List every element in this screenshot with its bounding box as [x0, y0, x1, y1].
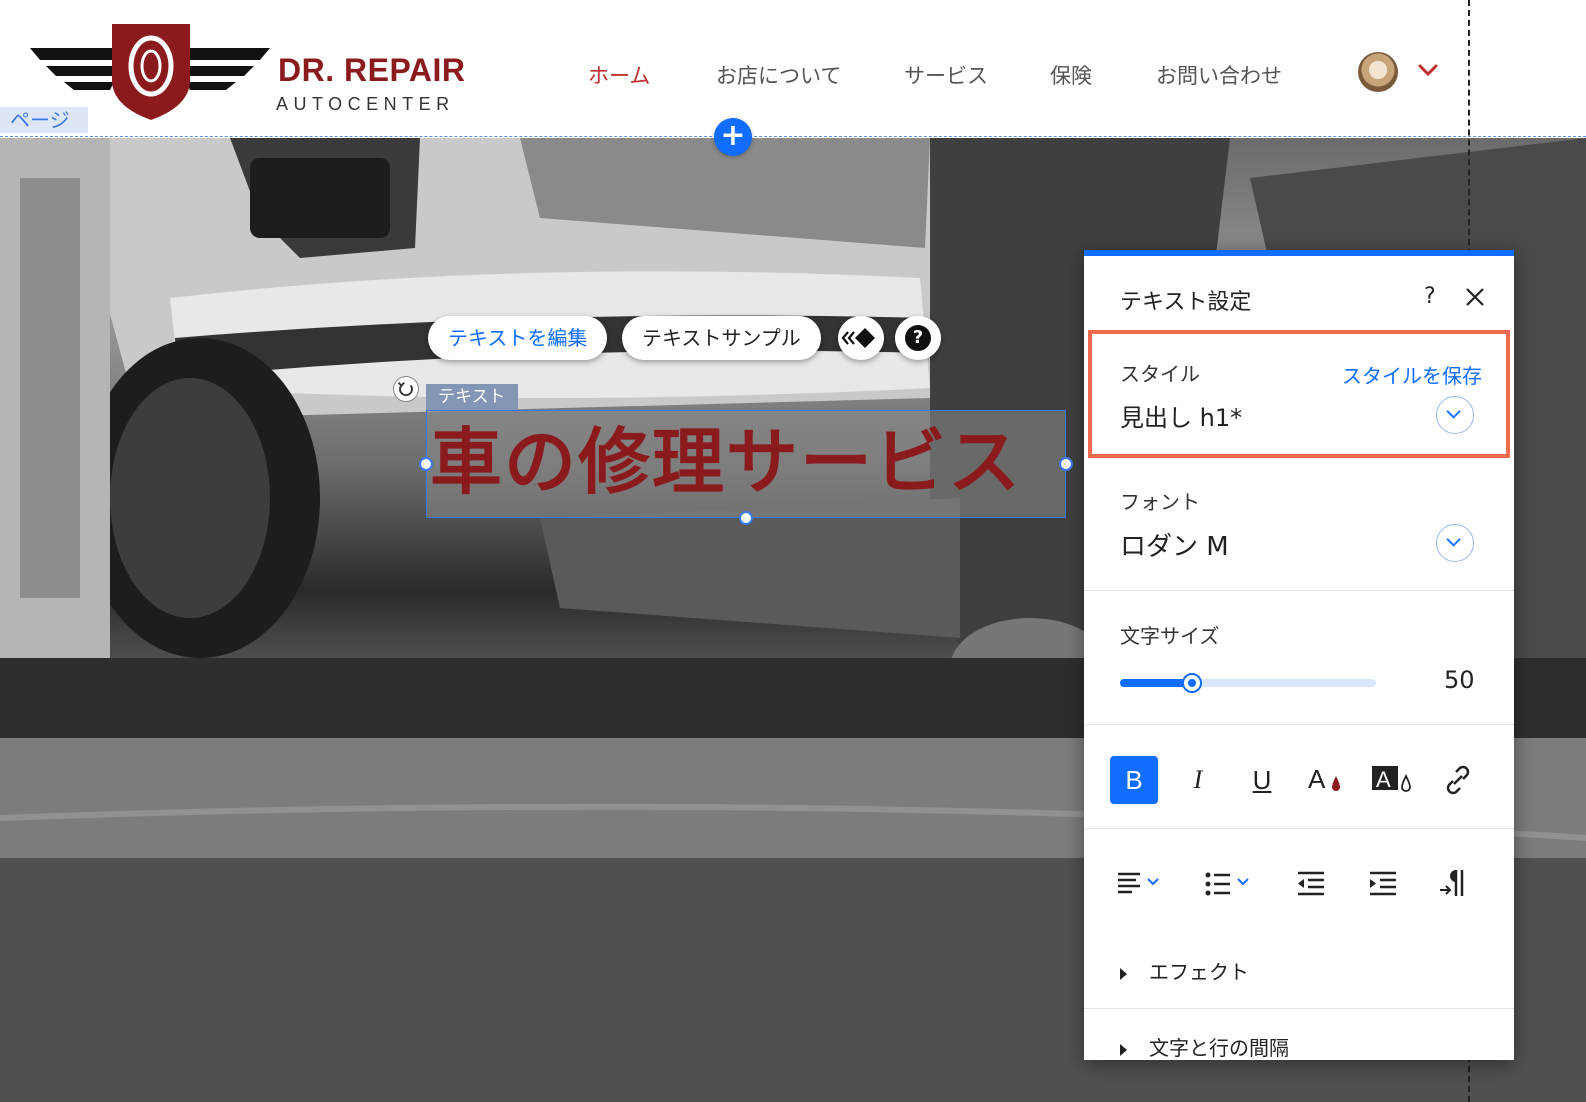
align-left-dropdown-icon[interactable]: [1110, 860, 1180, 908]
animation-button[interactable]: [838, 316, 884, 360]
editor-canvas: DR. REPAIR AUTOCENTER ホーム お店について サービス 保険…: [0, 0, 1586, 1102]
svg-text:A: A: [1376, 767, 1391, 792]
main-nav: ホーム お店について サービス 保険 お問い合わせ: [0, 60, 1300, 90]
bullet-list-dropdown-icon[interactable]: [1198, 860, 1268, 908]
bold-button[interactable]: B: [1110, 756, 1158, 804]
chevron-down-icon: [1446, 410, 1461, 419]
font-label: フォント: [1120, 490, 1200, 514]
resize-handle-bottom[interactable]: [739, 511, 753, 525]
increase-indent-icon[interactable]: [1360, 860, 1408, 908]
font-size-value[interactable]: 50: [1444, 666, 1475, 694]
text-settings-panel: テキスト設定 ? スタイル スタイルを保存 見出し h1* フォント ロダン M…: [1084, 250, 1514, 1060]
edit-text-button[interactable]: テキストを編集: [428, 316, 608, 360]
effects-label: エフェクト: [1149, 960, 1249, 984]
panel-help-button[interactable]: ?: [1424, 284, 1436, 309]
font-size-slider-fill: [1120, 679, 1192, 687]
font-size-slider[interactable]: [1120, 673, 1376, 693]
question-icon: ?: [905, 325, 931, 351]
save-style-link[interactable]: スタイルを保存: [1342, 360, 1482, 389]
close-icon[interactable]: [1464, 286, 1486, 308]
italic-button[interactable]: I: [1174, 756, 1222, 804]
text-color-icon[interactable]: A: [1302, 756, 1350, 804]
panel-title: テキスト設定: [1120, 290, 1252, 315]
caret-right-icon: [1120, 1043, 1127, 1056]
style-label: スタイル: [1120, 362, 1200, 386]
rotate-icon[interactable]: [393, 376, 419, 402]
effects-expander[interactable]: エフェクト: [1120, 956, 1249, 985]
chevron-down-icon: [1446, 538, 1461, 547]
decrease-indent-icon[interactable]: [1288, 860, 1336, 908]
divider: [1084, 724, 1514, 725]
style-dropdown-button[interactable]: [1436, 396, 1474, 434]
caret-right-icon: [1120, 967, 1127, 980]
site-header: DR. REPAIR AUTOCENTER ホーム お店について サービス 保険…: [0, 0, 1586, 136]
page-label-tag[interactable]: ページ: [0, 107, 88, 133]
user-avatar[interactable]: [1358, 52, 1398, 92]
svg-text:A: A: [1308, 764, 1326, 794]
hero-heading[interactable]: 車の修理サービス: [430, 414, 1022, 510]
element-type-tag: テキスト: [426, 384, 518, 410]
nav-item-home[interactable]: ホーム: [588, 60, 650, 90]
resize-handle-left[interactable]: [419, 457, 433, 471]
style-dropdown-value[interactable]: 見出し h1*: [1120, 398, 1242, 433]
add-section-button[interactable]: +: [714, 118, 752, 156]
nav-item-about[interactable]: お店について: [716, 60, 841, 90]
divider: [1084, 590, 1514, 591]
link-icon[interactable]: [1434, 756, 1482, 804]
font-dropdown-button[interactable]: [1436, 524, 1474, 562]
highlight-color-icon[interactable]: A: [1368, 756, 1416, 804]
spacing-expander[interactable]: 文字と行の間隔: [1120, 1032, 1289, 1060]
text-sample-button[interactable]: テキストサンプル: [622, 316, 821, 360]
font-size-label: 文字サイズ: [1120, 624, 1220, 648]
nav-item-contact[interactable]: お問い合わせ: [1156, 60, 1282, 90]
font-size-slider-thumb[interactable]: [1181, 673, 1202, 693]
nav-item-services[interactable]: サービス: [904, 60, 988, 90]
brand-subtitle: AUTOCENTER: [276, 94, 455, 114]
help-button[interactable]: ?: [895, 316, 941, 360]
spacing-label: 文字と行の間隔: [1149, 1036, 1289, 1060]
underline-button[interactable]: U: [1238, 756, 1286, 804]
divider: [1084, 828, 1514, 829]
resize-handle-right[interactable]: [1059, 457, 1073, 471]
section-guideline: [0, 136, 1586, 137]
font-dropdown-value[interactable]: ロダン M: [1120, 526, 1229, 563]
style-section: スタイル スタイルを保存 見出し h1*: [1088, 330, 1510, 458]
nav-item-insurance[interactable]: 保険: [1050, 60, 1092, 90]
text-direction-icon[interactable]: [1430, 860, 1478, 908]
chevron-down-icon[interactable]: [1416, 58, 1440, 82]
animation-icon: [841, 328, 875, 348]
divider: [1084, 1008, 1514, 1009]
